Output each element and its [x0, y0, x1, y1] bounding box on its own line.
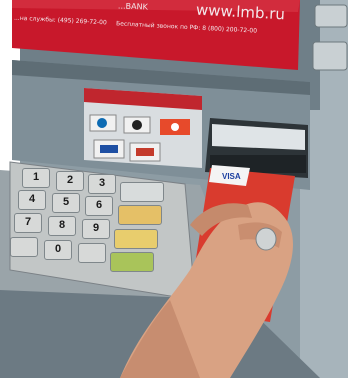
- key-9[interactable]: 9: [82, 219, 110, 239]
- key-4[interactable]: 4: [18, 190, 46, 210]
- ring: [255, 227, 277, 251]
- function-key-3[interactable]: [114, 229, 158, 249]
- payment-logos-panel: [84, 88, 202, 168]
- card-brand-mark: VISA: [222, 172, 241, 181]
- function-key-4[interactable]: [110, 252, 154, 272]
- key-6[interactable]: 6: [85, 196, 113, 216]
- function-key-2[interactable]: [118, 205, 162, 225]
- key-5[interactable]: 5: [52, 193, 80, 213]
- screen-header-fragment: ...BANK: [117, 1, 148, 12]
- key-blank-left[interactable]: [10, 237, 38, 257]
- key-2[interactable]: 2: [56, 171, 84, 191]
- side-button-top[interactable]: [314, 4, 348, 28]
- atm-photo: VISA ...BANK www.lmb.ru ...на службы: (4…: [0, 0, 363, 378]
- key-7[interactable]: 7: [14, 213, 42, 233]
- side-button-bottom[interactable]: [312, 41, 348, 71]
- key-blank-right[interactable]: [78, 243, 106, 263]
- function-key-1[interactable]: [120, 182, 164, 202]
- key-8[interactable]: 8: [48, 216, 76, 236]
- key-1[interactable]: 1: [22, 168, 50, 188]
- key-3[interactable]: 3: [88, 174, 116, 194]
- key-0[interactable]: 0: [44, 240, 72, 260]
